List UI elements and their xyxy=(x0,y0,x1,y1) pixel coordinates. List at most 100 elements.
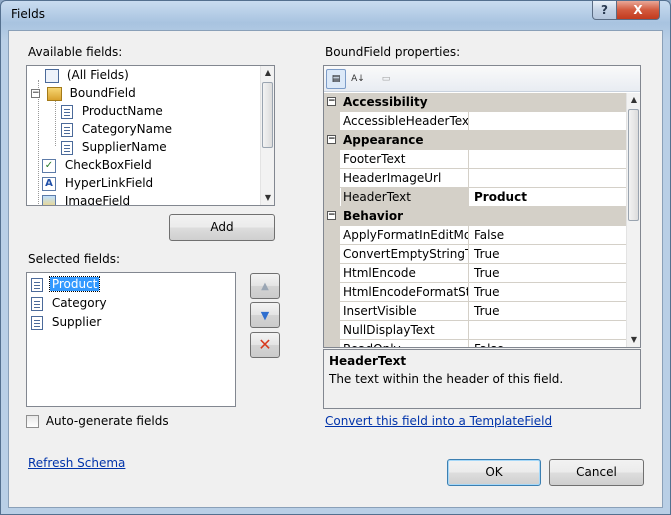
imagefield-icon xyxy=(42,194,56,205)
tree-item-categoryname[interactable]: CategoryName xyxy=(61,120,172,138)
property-value[interactable]: Product xyxy=(471,188,626,206)
property-grid-scrollbar[interactable]: ▲ ▼ xyxy=(626,93,640,347)
boundfield-icon xyxy=(46,86,62,101)
category-accessibility[interactable]: − Accessibility xyxy=(324,93,626,112)
category-behavior[interactable]: − Behavior xyxy=(324,207,626,226)
all-fields-icon xyxy=(45,68,59,83)
help-icon: ? xyxy=(601,3,608,17)
property-name: AccessibleHeaderText xyxy=(343,112,469,130)
property-value[interactable]: True xyxy=(471,245,626,263)
field-icon xyxy=(61,140,73,155)
property-row[interactable]: InsertVisible True xyxy=(324,302,626,321)
property-pages-icon[interactable]: ▭ xyxy=(376,69,396,89)
dialog-body: Available fields: (All Fields) − BoundFi… xyxy=(8,30,663,508)
property-name: HeaderImageUrl xyxy=(341,169,469,187)
scroll-down-arrow-icon[interactable]: ▼ xyxy=(627,333,640,347)
list-item[interactable]: Category xyxy=(31,294,107,312)
tree-item-imagefield[interactable]: ImageField xyxy=(42,192,130,205)
tree-item-label: BoundField xyxy=(69,86,136,100)
scroll-up-arrow-icon[interactable]: ▲ xyxy=(261,66,274,80)
categorized-view-icon[interactable]: ▤ xyxy=(326,69,346,89)
tree-item-checkboxfield[interactable]: ✓ CheckBoxField xyxy=(42,156,152,174)
close-button[interactable]: X xyxy=(616,1,660,20)
selected-fields-list[interactable]: Product Category Supplier xyxy=(26,272,236,407)
auto-generate-checkbox[interactable] xyxy=(26,415,39,428)
property-name: ConvertEmptyStringToNull xyxy=(341,245,469,263)
collapse-icon[interactable]: − xyxy=(327,97,336,106)
tree-item-boundfield[interactable]: − BoundField xyxy=(31,84,136,102)
collapse-icon[interactable]: − xyxy=(327,211,336,220)
add-button[interactable]: Add xyxy=(169,214,275,241)
property-row[interactable]: HtmlEncode True xyxy=(324,264,626,283)
property-row[interactable]: NullDisplayText xyxy=(324,321,626,340)
property-value[interactable]: True xyxy=(471,264,626,282)
hyperlinkfield-icon: A xyxy=(42,176,56,191)
row-gutter xyxy=(324,283,340,302)
field-icon xyxy=(31,277,43,292)
move-up-button[interactable]: ▲ xyxy=(250,273,280,299)
checkboxfield-icon: ✓ xyxy=(42,158,56,173)
field-icon xyxy=(61,104,73,119)
fields-dialog: Fields ? X Available fields: (All Fields… xyxy=(0,0,671,515)
list-item-label: Category xyxy=(51,296,107,310)
properties-label: BoundField properties: xyxy=(325,45,461,59)
help-button[interactable]: ? xyxy=(592,1,617,20)
auto-generate-row[interactable]: Auto-generate fields xyxy=(26,414,169,428)
scroll-up-arrow-icon[interactable]: ▲ xyxy=(627,93,640,107)
cancel-button[interactable]: Cancel xyxy=(549,459,644,486)
property-value[interactable]: True xyxy=(471,302,626,320)
property-name: HtmlEncode xyxy=(341,264,469,282)
available-fields-tree[interactable]: (All Fields) − BoundField ProductName Ca… xyxy=(26,65,275,206)
property-row[interactable]: HtmlEncodeFormatString True xyxy=(324,283,626,302)
property-row-selected[interactable]: HeaderText Product xyxy=(324,188,626,207)
property-grid-toolbar: ▤ A↓ ▭ xyxy=(324,66,640,92)
tree-item-hyperlinkfield[interactable]: A HyperLinkField xyxy=(42,174,153,192)
category-appearance[interactable]: − Appearance xyxy=(324,131,626,150)
selected-fields-label: Selected fields: xyxy=(28,252,121,266)
property-row[interactable]: FooterText xyxy=(324,150,626,169)
property-name: NullDisplayText xyxy=(341,321,469,339)
convert-to-templatefield-link[interactable]: Convert this field into a TemplateField xyxy=(325,414,552,428)
scroll-thumb[interactable] xyxy=(628,109,639,221)
tree-item-suppliername[interactable]: SupplierName xyxy=(61,138,167,156)
scroll-thumb[interactable] xyxy=(262,82,273,148)
category-label: Appearance xyxy=(343,133,424,147)
row-gutter xyxy=(324,150,340,169)
row-gutter xyxy=(324,340,340,347)
field-icon xyxy=(31,315,43,330)
collapse-icon[interactable]: − xyxy=(327,135,336,144)
refresh-schema-link[interactable]: Refresh Schema xyxy=(28,456,125,470)
property-value[interactable]: False xyxy=(471,340,626,347)
row-gutter xyxy=(324,169,340,188)
scroll-down-arrow-icon[interactable]: ▼ xyxy=(261,191,274,205)
ok-button[interactable]: OK xyxy=(447,459,541,486)
list-item[interactable]: Supplier xyxy=(31,313,101,331)
property-value[interactable] xyxy=(471,150,626,168)
property-value[interactable]: False xyxy=(471,226,626,244)
window-title: Fields xyxy=(11,7,45,21)
property-row[interactable]: ConvertEmptyStringToNull True xyxy=(324,245,626,264)
move-down-button[interactable]: ▼ xyxy=(250,302,280,328)
property-value[interactable]: True xyxy=(471,283,626,301)
property-row[interactable]: ReadOnly False xyxy=(324,340,626,347)
tree-item-label: CategoryName xyxy=(81,122,173,136)
tree-item-label: HyperLinkField xyxy=(64,176,154,190)
property-grid[interactable]: ▤ A↓ ▭ − Accessibility AccessibleHeaderT… xyxy=(323,65,641,348)
available-fields-label: Available fields: xyxy=(28,45,123,59)
property-row[interactable]: AccessibleHeaderText xyxy=(324,112,626,131)
tree-item-all-fields[interactable]: (All Fields) xyxy=(45,66,129,84)
list-item[interactable]: Product xyxy=(31,275,101,293)
tree-item-productname[interactable]: ProductName xyxy=(61,102,163,120)
alphabetical-sort-icon[interactable]: A↓ xyxy=(348,69,368,89)
category-label: Behavior xyxy=(343,209,404,223)
property-description-panel: HeaderText The text within the header of… xyxy=(323,349,641,409)
property-value[interactable] xyxy=(471,169,626,187)
available-fields-scrollbar[interactable]: ▲ ▼ xyxy=(260,66,274,205)
property-row[interactable]: ApplyFormatInEditMode False xyxy=(324,226,626,245)
property-name: ApplyFormatInEditMode xyxy=(341,226,469,244)
category-label: Accessibility xyxy=(343,95,428,109)
property-row[interactable]: HeaderImageUrl xyxy=(324,169,626,188)
delete-field-button[interactable]: ✕ xyxy=(250,332,280,358)
property-value[interactable] xyxy=(471,112,626,130)
property-value[interactable] xyxy=(471,321,626,339)
